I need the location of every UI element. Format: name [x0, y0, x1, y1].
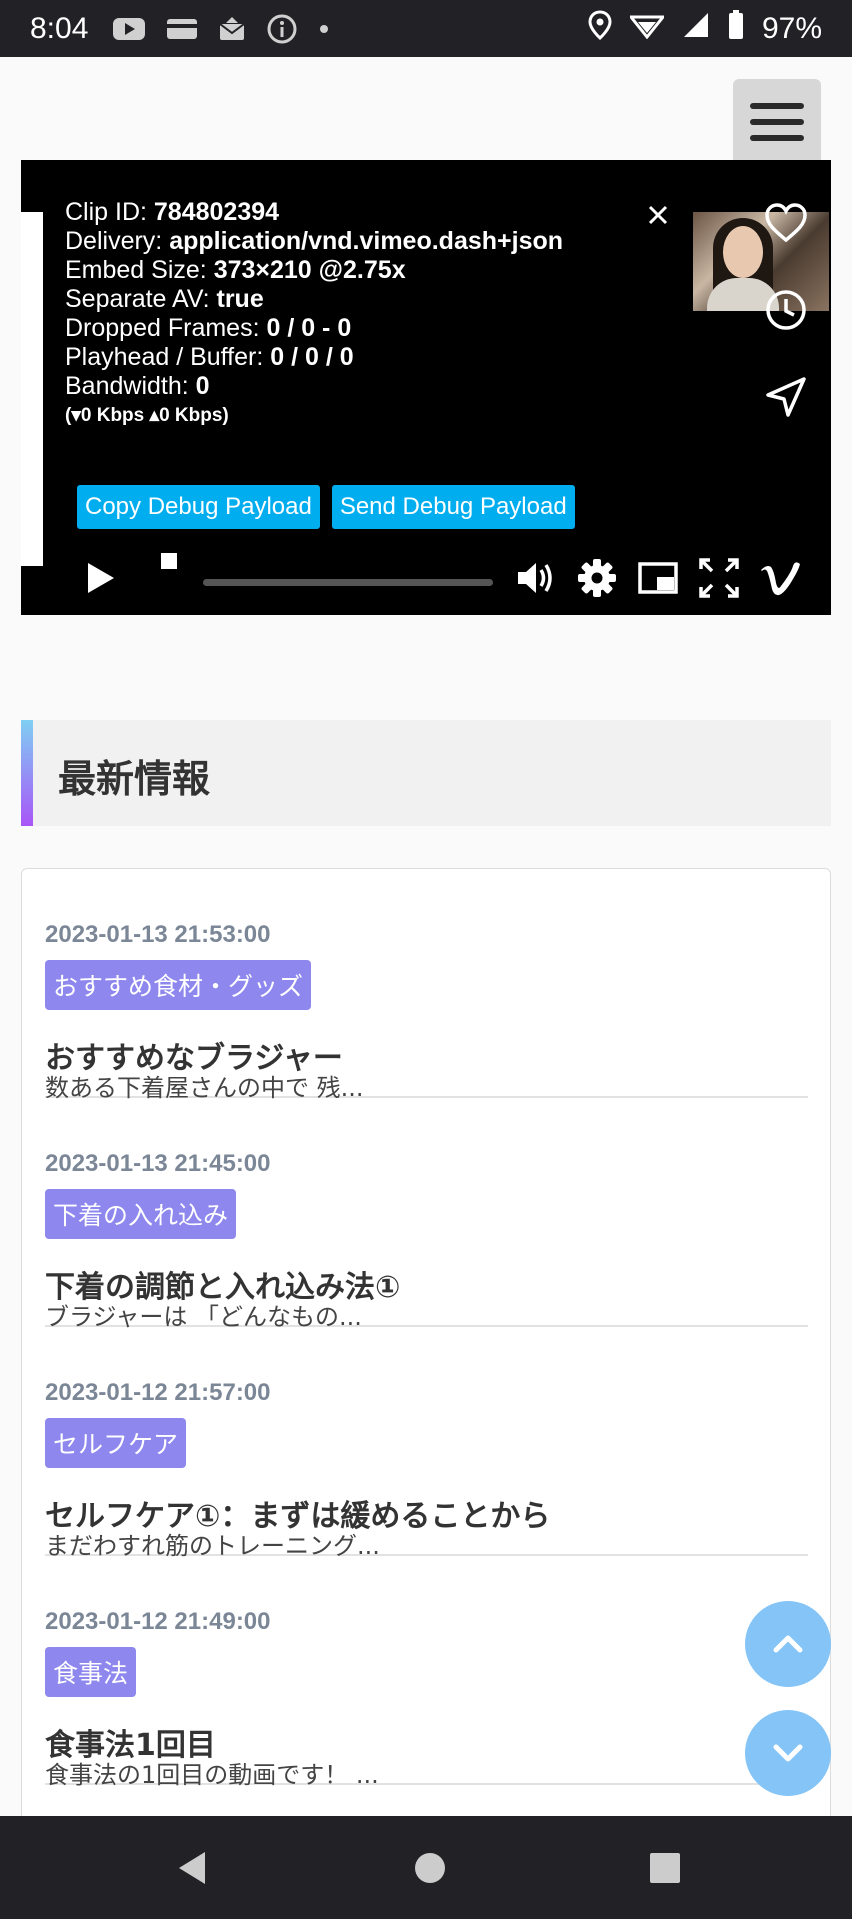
dot-icon — [318, 23, 330, 35]
wifi-icon — [627, 11, 667, 47]
section-accent-bar — [21, 720, 33, 826]
debug-dropped-frames: Dropped Frames: 0 / 0 - 0 — [65, 314, 352, 342]
fullscreen-icon[interactable] — [696, 555, 742, 601]
battery-percentage: 97% — [761, 11, 822, 45]
debug-embed-size: Embed Size: 373×210 @2.75x — [65, 256, 406, 284]
mail-icon — [218, 16, 246, 42]
debug-panel: Clip ID: 784802394 Delivery: application… — [43, 160, 723, 555]
down-arrow-icon: ▾ — [71, 405, 81, 426]
signal-icon — [682, 11, 710, 47]
battery-icon — [728, 9, 744, 48]
news-date: 2023-01-12 21:49:00 — [45, 1608, 271, 1635]
news-item[interactable]: 2023-01-12 21:57:00 セルフケア セルフケア①：まずは緩めるこ… — [45, 1327, 808, 1560]
pip-icon[interactable] — [635, 555, 681, 601]
chevron-up-icon — [773, 1635, 803, 1653]
debug-playhead: Playhead / Buffer: 0 / 0 / 0 — [65, 343, 354, 371]
volume-icon[interactable] — [513, 555, 559, 601]
player-edge — [21, 212, 43, 566]
news-tag[interactable]: おすすめ食材・グッズ — [45, 960, 312, 1010]
hamburger-icon-line — [750, 103, 804, 109]
vimeo-logo[interactable] — [757, 555, 803, 601]
debug-close-icon[interactable] — [643, 200, 673, 230]
progress-bar[interactable] — [203, 579, 493, 586]
news-date: 2023-01-12 21:57:00 — [45, 1379, 271, 1406]
settings-icon[interactable] — [574, 555, 620, 601]
video-player[interactable]: Clip ID: 784802394 Delivery: application… — [21, 160, 831, 615]
news-date: 2023-01-13 21:53:00 — [45, 921, 271, 948]
section-title: 最新情報 — [58, 757, 211, 801]
heart-icon[interactable] — [751, 188, 821, 258]
back-icon[interactable] — [171, 1846, 215, 1890]
send-debug-payload-button[interactable]: Send Debug Payload — [331, 485, 575, 529]
scroll-up-button[interactable] — [745, 1601, 831, 1687]
card-icon — [166, 17, 198, 41]
news-tag[interactable]: セルフケア — [45, 1418, 187, 1468]
news-item[interactable]: 2023-01-13 21:45:00 下着の入れ込み 下着の調節と入れ込み法①… — [45, 1098, 808, 1331]
stop-icon[interactable] — [159, 551, 179, 571]
player-controls — [21, 545, 831, 615]
youtube-icon — [112, 16, 146, 42]
news-date: 2023-01-13 21:45:00 — [45, 1150, 271, 1177]
copy-debug-payload-button[interactable]: Copy Debug Payload — [77, 485, 320, 529]
status-time: 8:04 — [30, 11, 89, 45]
chevron-down-icon — [773, 1744, 803, 1762]
system-nav-bar — [0, 1816, 852, 1919]
news-tag[interactable]: 下着の入れ込み — [45, 1189, 237, 1239]
home-icon[interactable] — [408, 1846, 452, 1890]
info-icon — [266, 13, 298, 45]
news-tag[interactable]: 食事法 — [45, 1647, 137, 1697]
hamburger-icon-line — [750, 135, 804, 141]
page-content: Clip ID: 784802394 Delivery: application… — [0, 57, 852, 1816]
location-icon — [588, 9, 612, 48]
clock-icon[interactable] — [751, 275, 821, 345]
play-icon[interactable] — [76, 555, 122, 601]
debug-separate-av: Separate AV: true — [65, 285, 264, 313]
debug-rates: (▾0 Kbps ▴0 Kbps) — [65, 405, 229, 426]
news-item[interactable]: 2023-01-12 21:49:00 食事法 食事法1回目 食事法の1回目の動… — [45, 1556, 808, 1789]
news-list: 2023-01-13 21:53:00 おすすめ食材・グッズ おすすめなブラジャ… — [21, 868, 831, 1816]
up-arrow-icon: ▴ — [149, 405, 160, 426]
debug-clip-id: Clip ID: 784802394 — [65, 198, 280, 226]
status-bar: 8:04 97% — [0, 0, 852, 57]
hamburger-menu-button[interactable] — [733, 79, 821, 165]
hamburger-icon-line — [750, 119, 804, 125]
recents-icon[interactable] — [643, 1846, 687, 1890]
share-icon[interactable] — [751, 362, 821, 432]
debug-bandwidth: Bandwidth: 0 — [65, 372, 210, 400]
news-item[interactable]: 2023-01-13 21:53:00 おすすめ食材・グッズ おすすめなブラジャ… — [45, 869, 808, 1102]
section-header: 最新情報 — [21, 720, 831, 826]
debug-delivery: Delivery: application/vnd.vimeo.dash+jso… — [65, 227, 564, 255]
news-desc: 食事法の1回目の動画です！ ... — [45, 1761, 379, 1789]
scroll-down-button[interactable] — [745, 1710, 831, 1796]
